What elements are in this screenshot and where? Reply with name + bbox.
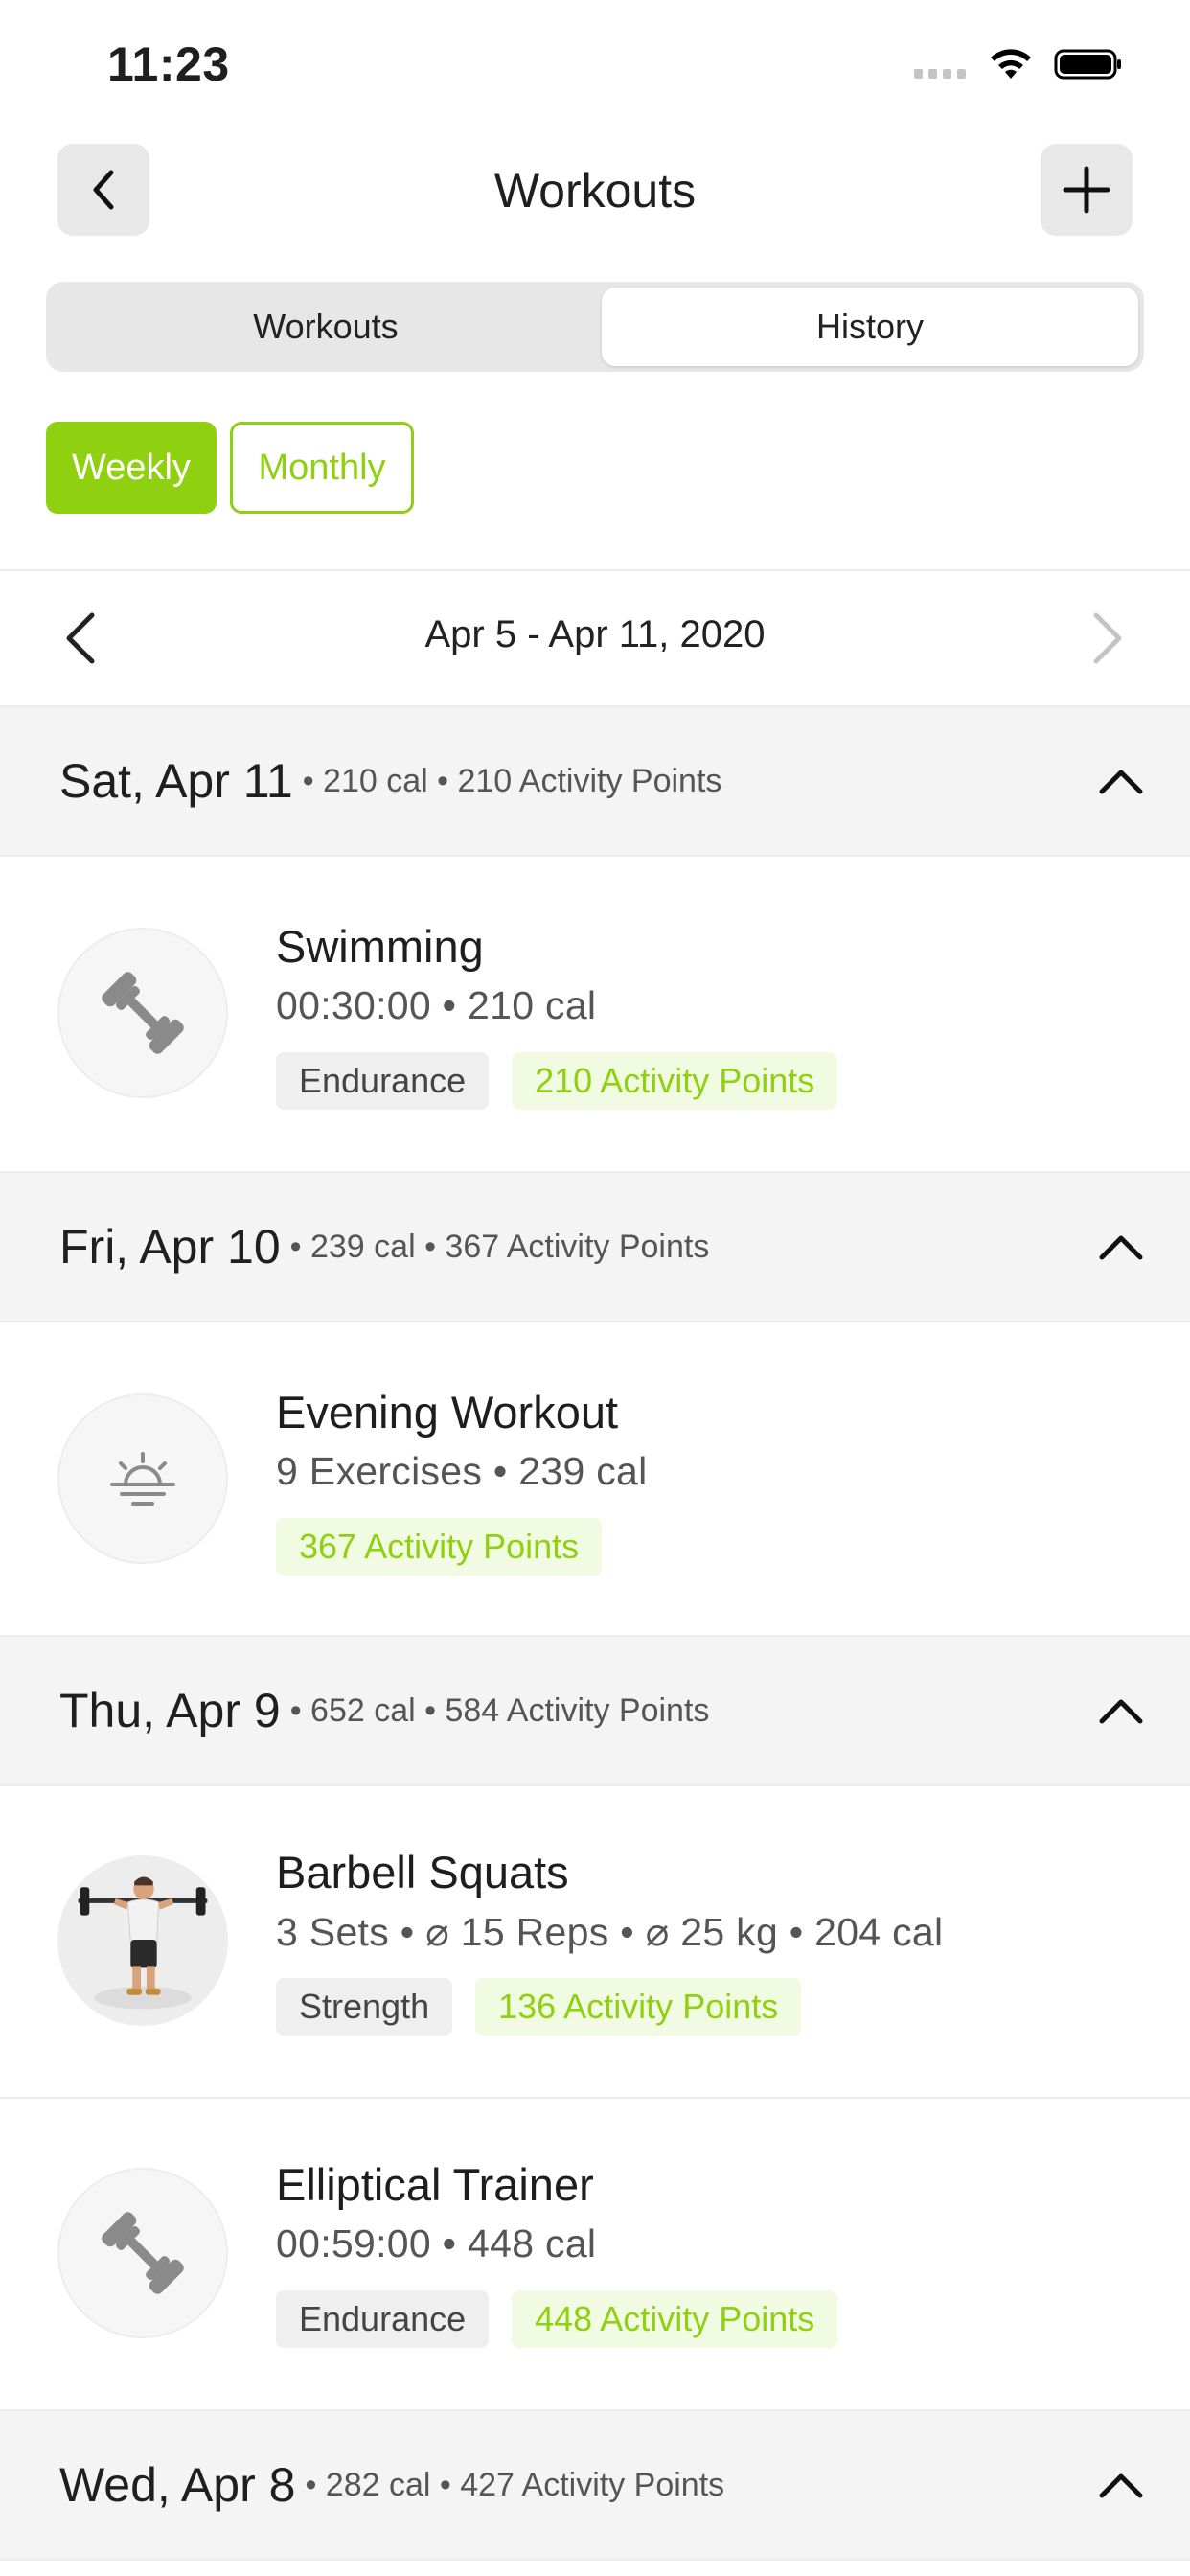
category-tag: Strength: [276, 1978, 453, 2036]
day-header-wed-apr-8[interactable]: Wed, Apr 8 • 282 cal • 427 Activity Poin…: [0, 2409, 1190, 2561]
day-title: Sat, Apr 11: [59, 754, 293, 808]
workout-row-barbell-squats[interactable]: Barbell Squats 3 Sets • ⌀ 15 Reps • ⌀ 25…: [0, 1786, 1190, 2097]
signal-icon: [914, 69, 970, 80]
battery-icon: [1054, 49, 1121, 80]
day-summary: • 282 cal • 427 Activity Points: [305, 2466, 725, 2503]
chevron-up-icon[interactable]: [1096, 1223, 1146, 1273]
category-tag: Endurance: [276, 1052, 490, 1110]
segmented-control: Workouts History: [46, 282, 1144, 372]
category-tag: Endurance: [276, 2290, 490, 2348]
chevron-up-icon[interactable]: [1096, 1687, 1146, 1736]
workout-subtitle: 3 Sets • ⌀ 15 Reps • ⌀ 25 kg • 204 cal: [276, 1910, 944, 1954]
week-range-label: Apr 5 - Apr 11, 2020: [424, 613, 766, 656]
workout-subtitle: 9 Exercises • 239 cal: [276, 1449, 648, 1493]
workout-title: Barbell Squats: [276, 1847, 569, 1898]
activity-points-tag: 448 Activity Points: [512, 2290, 838, 2348]
dumbbell-icon: [57, 2168, 228, 2338]
workout-title: Evening Workout: [276, 1387, 619, 1438]
day-title: Fri, Apr 10: [59, 1220, 281, 1274]
chevron-up-icon[interactable]: [1096, 2461, 1146, 2511]
day-summary: • 239 cal • 367 Activity Points: [289, 1228, 710, 1265]
activity-points-tag: 136 Activity Points: [475, 1978, 802, 2036]
divider: [0, 569, 1190, 571]
tab-history[interactable]: History: [602, 288, 1138, 366]
add-workout-button[interactable]: [1041, 144, 1133, 236]
day-header-fri-apr-10[interactable]: Fri, Apr 10 • 239 cal • 367 Activity Poi…: [0, 1171, 1190, 1322]
tab-workouts[interactable]: Workouts: [52, 288, 600, 366]
activity-points-tag: 210 Activity Points: [512, 1052, 838, 1110]
plus-icon: [1063, 166, 1110, 214]
day-title: Thu, Apr 9: [59, 1684, 281, 1737]
workout-subtitle: 00:59:00 • 448 cal: [276, 2221, 597, 2266]
monthly-filter-button[interactable]: Monthly: [230, 422, 414, 514]
workout-row-elliptical-trainer[interactable]: Elliptical Trainer 00:59:00 • 448 cal En…: [0, 2099, 1190, 2409]
workout-title: Elliptical Trainer: [276, 2159, 594, 2210]
page-title: Workouts: [493, 164, 697, 218]
workout-title: Swimming: [276, 921, 484, 972]
barbell-squat-figure: [57, 1855, 228, 2026]
sunset-icon: [57, 1393, 228, 1564]
dumbbell-icon: [57, 928, 228, 1098]
weekly-filter-button[interactable]: Weekly: [46, 422, 217, 514]
wifi-icon: [991, 49, 1031, 79]
next-week-button[interactable]: [1088, 610, 1127, 667]
day-summary: • 652 cal • 584 Activity Points: [289, 1691, 710, 1729]
chevron-up-icon[interactable]: [1096, 757, 1146, 807]
workout-row-swimming[interactable]: Swimming 00:30:00 • 210 cal Endurance 21…: [0, 857, 1190, 1171]
day-header-sat-apr-11[interactable]: Sat, Apr 11 • 210 cal • 210 Activity Poi…: [0, 705, 1190, 857]
day-title: Wed, Apr 8: [59, 2458, 296, 2512]
workout-subtitle: 00:30:00 • 210 cal: [276, 983, 597, 1027]
workout-row-evening-workout[interactable]: Evening Workout 9 Exercises • 239 cal 36…: [0, 1322, 1190, 1635]
day-header-thu-apr-9[interactable]: Thu, Apr 9 • 652 cal • 584 Activity Poin…: [0, 1635, 1190, 1786]
day-summary: • 210 cal • 210 Activity Points: [302, 762, 722, 799]
status-time: 11:23: [107, 37, 230, 91]
activity-points-tag: 367 Activity Points: [276, 1518, 603, 1576]
